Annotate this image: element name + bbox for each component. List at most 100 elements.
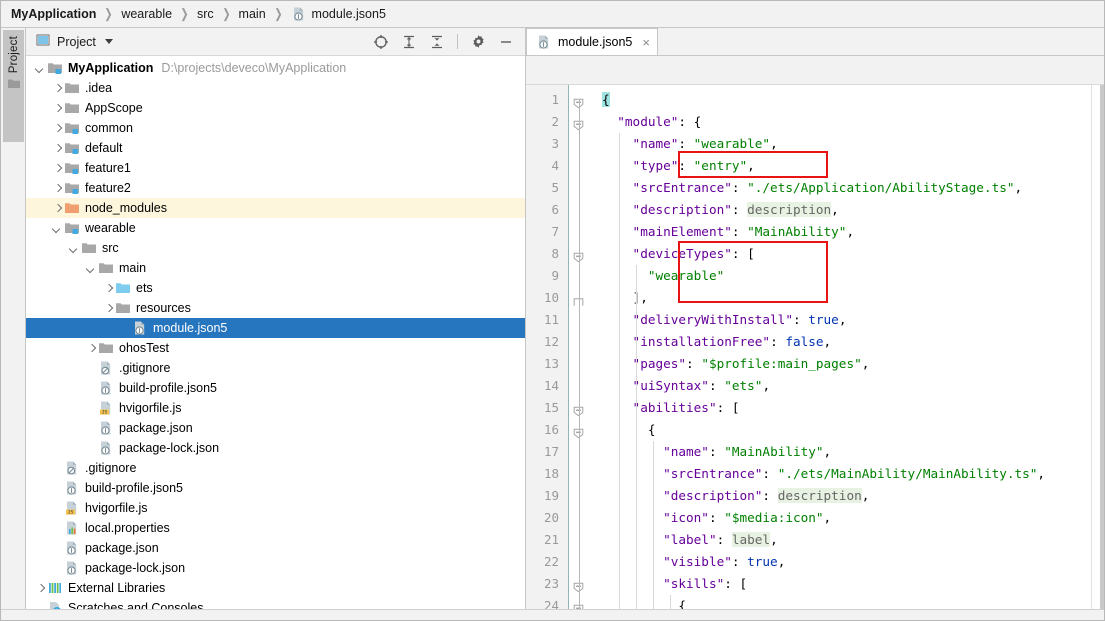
- editor-tab-module-json5[interactable]: module.json5 ×: [526, 28, 658, 55]
- tree-row-label: src: [102, 241, 119, 255]
- collapse-all-icon[interactable]: [428, 33, 446, 51]
- chevron-right-icon[interactable]: [51, 122, 64, 135]
- tree-row[interactable]: AppScope: [26, 98, 525, 118]
- select-opened-file-icon[interactable]: [372, 33, 390, 51]
- code-line[interactable]: "description": description,: [590, 485, 1091, 507]
- tree-row[interactable]: default: [26, 138, 525, 158]
- code-line[interactable]: "mainElement": "MainAbility",: [590, 221, 1091, 243]
- code-line[interactable]: "name": "MainAbility",: [590, 441, 1091, 463]
- code-line[interactable]: "wearable": [590, 265, 1091, 287]
- code-line[interactable]: "uiSyntax": "ets",: [590, 375, 1091, 397]
- code-line[interactable]: "visible": true,: [590, 551, 1091, 573]
- chevron-right-icon[interactable]: [51, 202, 64, 215]
- code-line[interactable]: "type": "entry",: [590, 155, 1091, 177]
- tool-window-tab-project[interactable]: Project: [3, 30, 24, 142]
- settings-gear-icon[interactable]: [469, 33, 487, 51]
- tree-row[interactable]: feature2: [26, 178, 525, 198]
- code-line[interactable]: {: [590, 419, 1091, 441]
- chevron-right-icon[interactable]: [51, 182, 64, 195]
- tree-row[interactable]: MyApplication D:\projects\deveco\MyApplic…: [26, 58, 525, 78]
- tree-row[interactable]: ohosTest: [26, 338, 525, 358]
- code-line[interactable]: "module": {: [590, 111, 1091, 133]
- tree-row[interactable]: package.json: [26, 538, 525, 558]
- expand-all-icon[interactable]: [400, 33, 418, 51]
- tree-row[interactable]: package-lock.json: [26, 558, 525, 578]
- project-tree[interactable]: MyApplication D:\projects\deveco\MyApplic…: [26, 56, 525, 609]
- code-line[interactable]: "installationFree": false,: [590, 331, 1091, 353]
- code-line[interactable]: "skills": [: [590, 573, 1091, 595]
- code-token: ,: [770, 532, 778, 547]
- hide-panel-icon[interactable]: [497, 33, 515, 51]
- fold-row: [569, 441, 590, 463]
- tree-row[interactable]: .idea: [26, 78, 525, 98]
- chevron-right-icon[interactable]: [85, 342, 98, 355]
- code-line[interactable]: "name": "wearable",: [590, 133, 1091, 155]
- tree-row[interactable]: .gitignore: [26, 358, 525, 378]
- fold-row: [569, 353, 590, 375]
- tree-row[interactable]: src: [26, 238, 525, 258]
- tree-row[interactable]: Scratches and Consoles: [26, 598, 525, 609]
- tree-row[interactable]: module.json5: [26, 318, 525, 338]
- tree-row[interactable]: build-profile.json5: [26, 378, 525, 398]
- chevron-right-icon[interactable]: [34, 582, 47, 595]
- tree-row-label: package-lock.json: [119, 441, 220, 455]
- chevron-right-icon[interactable]: [51, 82, 64, 95]
- tree-row[interactable]: common: [26, 118, 525, 138]
- code-line[interactable]: "srcEntrance": "./ets/Application/Abilit…: [590, 177, 1091, 199]
- tree-row[interactable]: .gitignore: [26, 458, 525, 478]
- tree-row[interactable]: node_modules: [26, 198, 525, 218]
- chevron-right-icon[interactable]: [51, 102, 64, 115]
- breadcrumb-item-myapplication[interactable]: MyApplication: [11, 7, 96, 21]
- code-line[interactable]: "deliveryWithInstall": true,: [590, 309, 1091, 331]
- code-line[interactable]: "icon": "$media:icon",: [590, 507, 1091, 529]
- chevron-right-icon[interactable]: [51, 142, 64, 155]
- code-line[interactable]: "deviceTypes": [: [590, 243, 1091, 265]
- code-line[interactable]: "label": label,: [590, 529, 1091, 551]
- chevron-right-icon[interactable]: [102, 282, 115, 295]
- tree-row[interactable]: package.json: [26, 418, 525, 438]
- breadcrumb-item-module-json5[interactable]: module.json5: [291, 6, 386, 22]
- breadcrumb-item-src[interactable]: src: [197, 7, 214, 21]
- code-token: ,: [777, 554, 786, 569]
- ide-window: MyApplication ❯ wearable ❯ src ❯ main ❯ module.j…: [0, 0, 1105, 621]
- tree-row[interactable]: local.properties: [26, 518, 525, 538]
- tree-row[interactable]: package-lock.json: [26, 438, 525, 458]
- chevron-down-icon[interactable]: [85, 262, 98, 275]
- code-line[interactable]: {: [590, 595, 1091, 609]
- breadcrumb-item-wearable[interactable]: wearable: [121, 7, 172, 21]
- tree-row[interactable]: JS hvigorfile.js: [26, 498, 525, 518]
- code-content[interactable]: { "module": { "name": "wearable", "type"…: [590, 85, 1091, 609]
- chevron-right-icon[interactable]: [102, 302, 115, 315]
- close-icon[interactable]: ×: [642, 36, 650, 49]
- fold-row: [569, 243, 590, 265]
- breadcrumb-item-main[interactable]: main: [239, 7, 266, 21]
- chevron-down-icon[interactable]: [34, 62, 47, 75]
- tree-row[interactable]: External Libraries: [26, 578, 525, 598]
- tree-row[interactable]: main: [26, 258, 525, 278]
- code-line[interactable]: "description": description,: [590, 199, 1091, 221]
- code-token: :: [762, 488, 778, 503]
- chevron-down-icon[interactable]: [68, 242, 81, 255]
- line-number: 5: [551, 180, 559, 195]
- tree-row[interactable]: wearable: [26, 218, 525, 238]
- editor-scrollbar[interactable]: [1100, 85, 1104, 609]
- code-token: ,: [861, 356, 870, 371]
- editor-tab-bar: module.json5 ×: [526, 28, 1104, 56]
- code-line[interactable]: "srcEntrance": "./ets/MainAbility/MainAb…: [590, 463, 1091, 485]
- code-line[interactable]: "abilities": [: [590, 397, 1091, 419]
- fold-row: [569, 507, 590, 529]
- code-folding-gutter[interactable]: [568, 85, 590, 609]
- code-line[interactable]: ],: [590, 287, 1091, 309]
- tree-row[interactable]: ets: [26, 278, 525, 298]
- tree-row[interactable]: resources: [26, 298, 525, 318]
- code-line[interactable]: "pages": "$profile:main_pages",: [590, 353, 1091, 375]
- left-tool-strip: Project: [1, 28, 26, 609]
- tree-row[interactable]: build-profile.json5: [26, 478, 525, 498]
- tree-row[interactable]: feature1: [26, 158, 525, 178]
- chevron-right-icon[interactable]: [51, 162, 64, 175]
- code-editor[interactable]: 1 2 3 4 5 6 7 8 9 10 11 12 13 14 15 16 17 18 19 20 21 22 23 24 …: [526, 85, 1104, 609]
- code-line[interactable]: {: [590, 89, 1091, 111]
- chevron-down-icon[interactable]: [51, 222, 64, 235]
- tree-row[interactable]: JS hvigorfile.js: [26, 398, 525, 418]
- chevron-down-icon[interactable]: [104, 39, 113, 44]
